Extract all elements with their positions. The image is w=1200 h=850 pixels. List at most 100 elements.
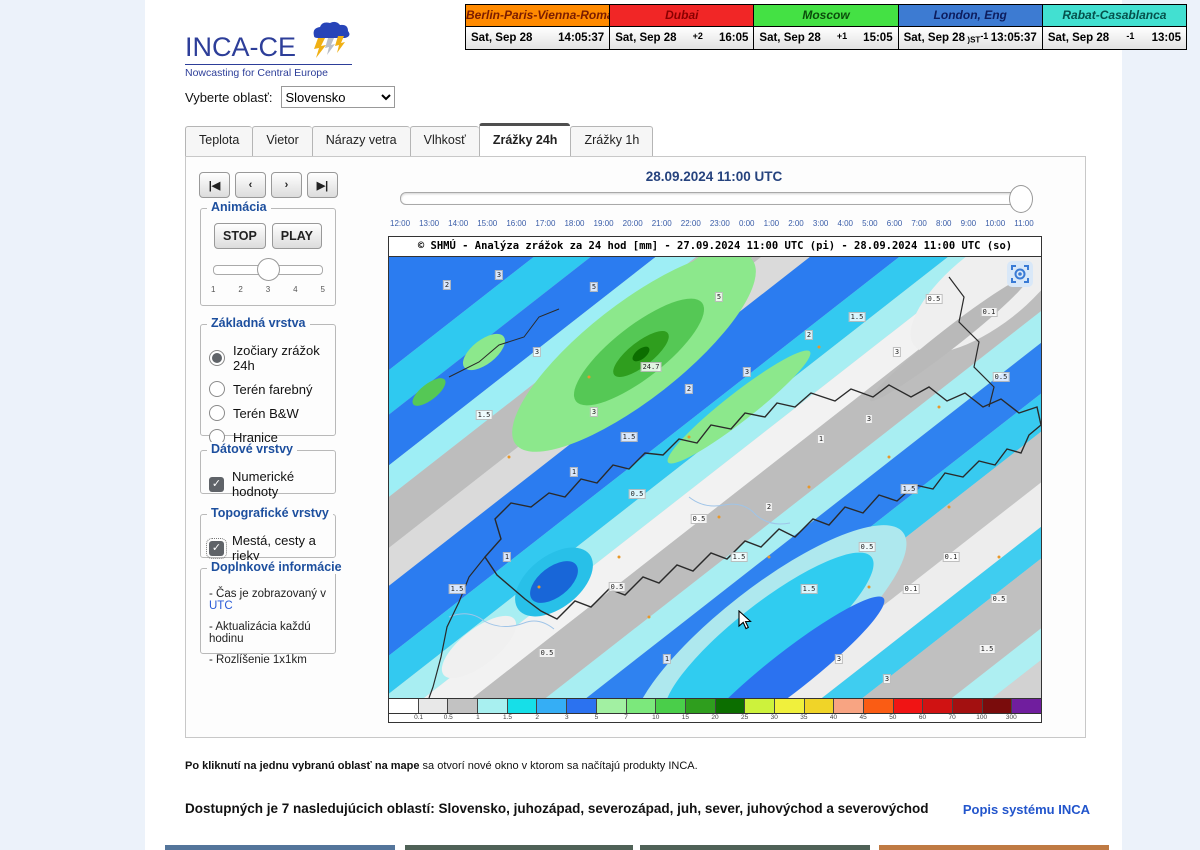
play-button[interactable]: PLAY <box>272 223 322 249</box>
tab-Zrážky 24h[interactable]: Zrážky 24h <box>479 123 571 156</box>
radio-icon <box>209 405 225 421</box>
legend-color-cell <box>864 699 894 713</box>
clock-utc-offset: +2 <box>693 31 703 45</box>
tab-Zrážky 1h[interactable]: Zrážky 1h <box>570 126 653 156</box>
tab-Vlhkosť[interactable]: Vlhkosť <box>410 126 479 156</box>
locate-target-icon[interactable] <box>1007 261 1033 287</box>
time-tick: 4:00 <box>837 219 853 228</box>
legend-color-cell <box>775 699 805 713</box>
clock-city-label: Moscow <box>754 5 897 27</box>
legend-label: 7 <box>624 714 628 721</box>
clock-time: 13:05 <box>1152 32 1181 44</box>
time-tick: 13:00 <box>419 219 439 228</box>
logo: INCA-CE Nowcasting for Central Europe <box>185 20 352 79</box>
utc-link[interactable]: UTC <box>209 600 233 612</box>
tab-Teplota[interactable]: Teplota <box>185 126 252 156</box>
last-frame-button[interactable]: ▶| <box>307 172 338 198</box>
time-tick: 3:00 <box>813 219 829 228</box>
radio-label: Terén B&W <box>233 406 299 421</box>
legend-label: 45 <box>860 714 867 721</box>
clock-cell: DubaiSat, Sep 28+216:05 <box>609 5 753 49</box>
legend-color-cell <box>983 699 1013 713</box>
next-frame-button[interactable]: › <box>271 172 302 198</box>
world-clock-bar: Berlin-Paris-Vienna-RomaSat, Sep 2814:05… <box>465 4 1187 50</box>
tab-Nárazy vetra[interactable]: Nárazy vetra <box>312 126 410 156</box>
area-select-label: Vyberte oblasť: <box>185 90 273 105</box>
prev-frame-button[interactable]: ‹ <box>235 172 266 198</box>
legend-color-cell <box>627 699 657 713</box>
speed-slider[interactable] <box>213 265 323 275</box>
legend-label: 35 <box>800 714 807 721</box>
clock-city-label: Berlin-Paris-Vienna-Roma <box>466 5 609 27</box>
clock-city-label: London, Eng <box>899 5 1042 27</box>
area-select[interactable]: Slovensko <box>281 86 395 108</box>
checkbox-icon: ✓ <box>209 541 224 556</box>
tab-Vietor[interactable]: Vietor <box>252 126 311 156</box>
time-tick: 11:00 <box>1014 219 1033 228</box>
time-tick: 6:00 <box>887 219 903 228</box>
region-thumb-edge <box>640 845 870 850</box>
clock-time: 15:05 <box>863 32 892 44</box>
clock-time: 16:05 <box>719 32 748 44</box>
note-rest: sa otvorí nové okno v ktorom sa načítajú… <box>420 760 698 772</box>
legend-label: 1.5 <box>503 714 512 721</box>
clock-date: Sat, Sep 28 <box>1048 32 1109 44</box>
time-tick: 2:00 <box>788 219 804 228</box>
inca-description-link[interactable]: Popis systému INCA <box>955 802 1090 817</box>
time-tick: 12:00 <box>390 219 410 228</box>
radio-option[interactable]: Terén B&W <box>209 405 327 421</box>
speed-slider-thumb[interactable] <box>257 258 280 281</box>
legend-color-cell <box>953 699 983 713</box>
speed-scale-label: 3 <box>266 285 270 294</box>
time-slider-track[interactable] <box>400 192 1032 205</box>
legend-color-cell <box>597 699 627 713</box>
legend-label: 1 <box>476 714 480 721</box>
legend-color-cell <box>686 699 716 713</box>
legend-color-cell <box>745 699 775 713</box>
legend-color-cell <box>508 699 538 713</box>
precipitation-contours <box>389 257 1041 698</box>
speed-scale-label: 1 <box>211 285 215 294</box>
checkbox-option[interactable]: ✓Mestá, cesty a rieky <box>209 533 327 563</box>
legend-color-cell <box>894 699 924 713</box>
time-tick: 5:00 <box>862 219 878 228</box>
precipitation-map[interactable]: © SHMÚ - Analýza zrážok za 24 hod [mm] -… <box>388 236 1042 723</box>
clock-time-row: Sat, Sep 28+216:05 <box>610 27 753 49</box>
legend-label: 300 <box>1006 714 1017 721</box>
map-image[interactable]: 325531.524.72321.530.50.10.510.50.50.511… <box>389 257 1041 698</box>
legend-color-cell <box>1012 699 1041 713</box>
first-frame-button[interactable]: |◀ <box>199 172 230 198</box>
extra-info-legend: Doplnkové informácie <box>207 560 346 574</box>
clock-city-label: Rabat-Casablanca <box>1043 5 1186 27</box>
regions-list: Dostupných je 7 nasledujúcich oblastí: S… <box>185 801 928 816</box>
region-thumb-edge <box>405 845 633 850</box>
time-tick: 22:00 <box>681 219 701 228</box>
data-layers-legend: Dátové vrstvy <box>207 442 297 456</box>
info-line: - Čas je zobrazovaný v UTC <box>209 588 327 612</box>
base-layer-legend: Základná vrstva <box>207 316 310 330</box>
legend-label: 3 <box>565 714 569 721</box>
clock-time: 13:05:37 <box>991 32 1037 44</box>
time-tick: 8:00 <box>936 219 952 228</box>
radio-option[interactable]: Izočiary zrážok 24h <box>209 343 327 373</box>
speed-scale: 12345 <box>211 285 325 294</box>
clock-utc-offset: -1 <box>1126 31 1134 45</box>
base-layer-fieldset: Základná vrstva Izočiary zrážok 24hTerén… <box>200 324 336 436</box>
time-slider-thumb[interactable] <box>1009 185 1033 213</box>
clock-time-row: Sat, Sep 28 -1 13:05 <box>1043 27 1186 49</box>
legend-label: 20 <box>711 714 718 721</box>
legend-label: 25 <box>741 714 748 721</box>
clock-date: Sat, Sep 28 <box>759 32 820 44</box>
time-tick: 20:00 <box>623 219 643 228</box>
topo-layers-fieldset: Topografické vrstvy ✓Mestá, cesty a riek… <box>200 514 336 558</box>
time-tick: 10:00 <box>985 219 1005 228</box>
clock-cell: London, EngSat, Sep 28)ST-113:05:37 <box>898 5 1042 49</box>
radio-option[interactable]: Terén farebný <box>209 381 327 397</box>
legend-color-cell <box>537 699 567 713</box>
clock-time-row: Sat, Sep 28)ST-113:05:37 <box>899 27 1042 49</box>
radio-icon <box>209 381 225 397</box>
stop-button[interactable]: STOP <box>214 223 266 249</box>
checkbox-option[interactable]: ✓Numerické hodnoty <box>209 469 327 499</box>
legend-label: 0.5 <box>444 714 453 721</box>
info-line: - Rozlíšenie 1x1km <box>209 654 327 666</box>
